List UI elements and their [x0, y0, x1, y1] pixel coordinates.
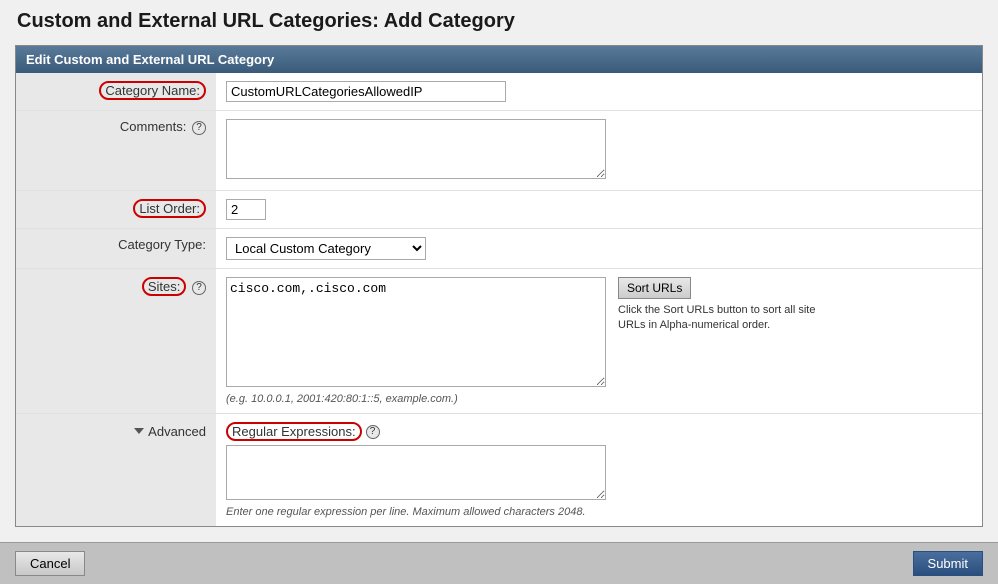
advanced-row: Advanced Regular Expressions: ? Enter on… [16, 414, 982, 527]
sites-hint: (e.g. 10.0.0.1, 2001:420:80:1::5, exampl… [226, 393, 606, 405]
category-type-label: Category Type: [118, 237, 206, 252]
form-table: Category Name: Comments: ? List [16, 73, 982, 526]
sites-textarea-wrap: cisco.com,.cisco.com (e.g. 10.0.0.1, 200… [226, 277, 606, 405]
sites-inner: cisco.com,.cisco.com (e.g. 10.0.0.1, 200… [226, 277, 972, 405]
advanced-field-cell: Regular Expressions: ? Enter one regular… [216, 414, 982, 527]
comments-label: Comments: [120, 119, 186, 134]
regex-help-icon[interactable]: ? [366, 425, 380, 439]
sites-field-cell: cisco.com,.cisco.com (e.g. 10.0.0.1, 200… [216, 269, 982, 414]
list-order-field-cell [216, 191, 982, 229]
sites-help-icon[interactable]: ? [192, 281, 206, 295]
sort-hint-text: Click the Sort URLs button to sort all s… [618, 303, 818, 334]
cancel-button[interactable]: Cancel [15, 551, 85, 576]
page-title: Custom and External URL Categories: Add … [15, 10, 983, 33]
category-name-label: Category Name: [99, 81, 206, 100]
list-order-input[interactable] [226, 199, 266, 220]
sort-urls-button[interactable]: Sort URLs [618, 277, 691, 299]
category-type-row: Category Type: Local Custom Category Ext… [16, 229, 982, 269]
sites-label-cell: Sites: ? [16, 269, 216, 414]
regex-textarea[interactable] [226, 445, 606, 500]
category-name-input[interactable] [226, 81, 506, 102]
comments-field-cell [216, 111, 982, 191]
comments-row: Comments: ? [16, 111, 982, 191]
triangle-down-icon [134, 428, 144, 434]
sites-label: Sites: [142, 277, 187, 296]
category-type-field-cell: Local Custom Category External Live Feed… [216, 229, 982, 269]
category-type-label-cell: Category Type: [16, 229, 216, 269]
comments-help-icon[interactable]: ? [192, 121, 206, 135]
list-order-label-cell: List Order: [16, 191, 216, 229]
comments-textarea[interactable] [226, 119, 606, 179]
advanced-label-cell: Advanced [16, 414, 216, 527]
category-name-row: Category Name: [16, 73, 982, 111]
category-name-field-cell [216, 73, 982, 111]
sites-textarea[interactable]: cisco.com,.cisco.com [226, 277, 606, 387]
panel-header: Edit Custom and External URL Category [16, 46, 982, 73]
regex-label: Regular Expressions: [226, 422, 362, 441]
advanced-label: Advanced [148, 424, 206, 439]
comments-label-cell: Comments: ? [16, 111, 216, 191]
bottom-bar: Cancel Submit [0, 542, 998, 584]
edit-panel: Edit Custom and External URL Category Ca… [15, 45, 983, 527]
list-order-label: List Order: [133, 199, 206, 218]
sites-row: Sites: ? cisco.com,.cisco.com (e.g. 10.0… [16, 269, 982, 414]
submit-button[interactable]: Submit [913, 551, 983, 576]
regex-hint: Enter one regular expression per line. M… [226, 506, 972, 518]
list-order-row: List Order: [16, 191, 982, 229]
category-type-select[interactable]: Local Custom Category External Live Feed… [226, 237, 426, 260]
category-name-label-cell: Category Name: [16, 73, 216, 111]
regex-label-row: Regular Expressions: ? [226, 422, 972, 441]
sort-section: Sort URLs Click the Sort URLs button to … [618, 277, 818, 334]
advanced-toggle[interactable]: Advanced [134, 424, 206, 439]
